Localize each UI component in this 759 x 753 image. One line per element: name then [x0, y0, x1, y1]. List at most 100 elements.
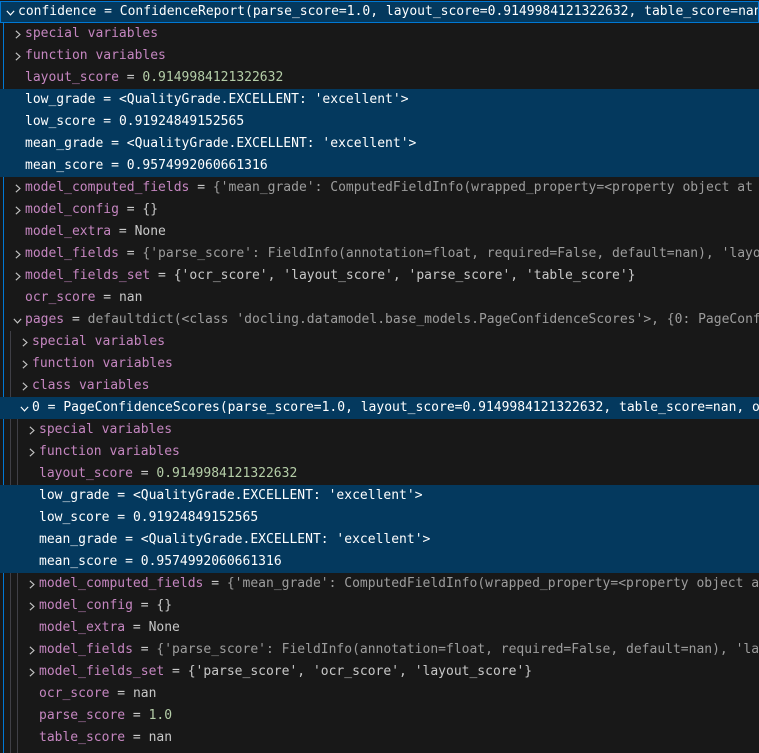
chevron-right-icon[interactable] [9, 199, 25, 221]
variable-row-mean_score[interactable]: mean_score = 0.9574992060661316 [0, 155, 759, 177]
chevron-right-icon[interactable] [9, 177, 25, 199]
scope-row-function-variables[interactable]: function variables [0, 353, 759, 375]
scope-label: special variables [32, 331, 165, 353]
variable-row-model_fields[interactable]: model_fields = {'parse_score': FieldInfo… [0, 243, 759, 265]
variable-row-model_extra[interactable]: model_extra = None [0, 617, 759, 639]
variable-row-mean_grade[interactable]: mean_grade = <QualityGrade.EXCELLENT: 'e… [0, 133, 759, 155]
twistie-spacer [23, 617, 39, 639]
variable-row-table_score[interactable]: table_score = nan [0, 727, 759, 749]
equals-sign: = [117, 551, 140, 573]
chevron-right-icon[interactable] [9, 45, 25, 67]
variable-value: {'mean_grade': ComputedFieldInfo(wrapped… [227, 573, 759, 595]
variable-value: None [135, 221, 166, 243]
variable-row-model_config[interactable]: model_config = {} [0, 595, 759, 617]
chevron-right-icon[interactable] [16, 331, 32, 353]
variable-value: {'parse_score': FieldInfo(annotation=flo… [156, 639, 759, 661]
variable-name: model_computed_fields [39, 573, 203, 595]
variable-name: model_config [25, 199, 119, 221]
twistie-spacer [9, 133, 25, 155]
twistie-spacer [23, 683, 39, 705]
equals-sign: = [133, 595, 156, 617]
variable-name: low_grade [25, 89, 95, 111]
scope-label: special variables [39, 419, 172, 441]
chevron-down-icon[interactable] [2, 1, 18, 23]
variable-row-model_computed_fields[interactable]: model_computed_fields = {'mean_grade': C… [0, 573, 759, 595]
equals-sign: = [119, 67, 142, 89]
equals-sign: = [109, 507, 132, 529]
variable-value: nan [133, 683, 156, 705]
chevron-right-icon[interactable] [23, 573, 39, 595]
variable-row-low_score[interactable]: low_score = 0.91924849152565 [0, 111, 759, 133]
equals-sign: = [96, 1, 119, 23]
equals-sign: = [95, 89, 118, 111]
scope-label: class variables [32, 375, 149, 397]
variable-row-model_config[interactable]: model_config = {} [0, 199, 759, 221]
twistie-spacer [23, 507, 39, 529]
scope-label: function variables [39, 441, 180, 463]
scope-label: function variables [32, 353, 173, 375]
variable-name: pages [25, 309, 64, 331]
chevron-right-icon[interactable] [9, 265, 25, 287]
chevron-right-icon[interactable] [16, 353, 32, 375]
equals-sign: = [119, 243, 142, 265]
variable-row-layout_score[interactable]: layout_score = 0.9149984121322632 [0, 463, 759, 485]
scope-row-function-variables[interactable]: function variables [0, 45, 759, 67]
variable-name: low_grade [39, 485, 109, 507]
chevron-down-icon[interactable] [16, 397, 32, 419]
chevron-right-icon[interactable] [23, 595, 39, 617]
chevron-right-icon[interactable] [23, 441, 39, 463]
variable-row-mean_score[interactable]: mean_score = 0.9574992060661316 [0, 551, 759, 573]
chevron-right-icon[interactable] [23, 661, 39, 683]
scope-row-special-variables[interactable]: special variables [0, 331, 759, 353]
variable-value: 0.9574992060661316 [141, 551, 282, 573]
variable-name: model_fields [39, 639, 133, 661]
variable-row-model_fields[interactable]: model_fields = {'parse_score': FieldInfo… [0, 639, 759, 661]
equals-sign: = [117, 529, 140, 551]
variable-row-layout_score[interactable]: layout_score = 0.9149984121322632 [0, 67, 759, 89]
variable-name: low_score [39, 507, 109, 529]
variable-row-low_grade[interactable]: low_grade = <QualityGrade.EXCELLENT: 'ex… [0, 89, 759, 111]
variable-row-ocr_score[interactable]: ocr_score = nan [0, 683, 759, 705]
variable-value: {} [156, 595, 172, 617]
variable-value: <QualityGrade.EXCELLENT: 'excellent'> [141, 529, 431, 551]
variable-row-low_score[interactable]: low_score = 0.91924849152565 [0, 507, 759, 529]
equals-sign: = [125, 727, 148, 749]
equals-sign: = [109, 683, 132, 705]
chevron-right-icon[interactable] [9, 243, 25, 265]
twistie-spacer [23, 463, 39, 485]
chevron-down-icon[interactable] [9, 309, 25, 331]
scope-row-function-variables[interactable]: function variables [0, 441, 759, 463]
variable-row-low_grade[interactable]: low_grade = <QualityGrade.EXCELLENT: 'ex… [0, 485, 759, 507]
variable-row-confidence[interactable]: confidence = ConfidenceReport(parse_scor… [0, 1, 759, 23]
variable-name: layout_score [25, 67, 119, 89]
variable-row-mean_grade[interactable]: mean_grade = <QualityGrade.EXCELLENT: 'e… [0, 529, 759, 551]
twistie-spacer [23, 551, 39, 573]
scope-row-special-variables[interactable]: special variables [0, 23, 759, 45]
variable-row-model_fields_set[interactable]: model_fields_set = {'parse_score', 'ocr_… [0, 661, 759, 683]
chevron-right-icon[interactable] [23, 419, 39, 441]
twistie-spacer [9, 221, 25, 243]
variable-row-model_computed_fields[interactable]: model_computed_fields = {'mean_grade': C… [0, 177, 759, 199]
variable-row-model_extra[interactable]: model_extra = None [0, 221, 759, 243]
twistie-spacer [23, 705, 39, 727]
chevron-right-icon[interactable] [23, 639, 39, 661]
debug-variables-panel: confidence = ConfidenceReport(parse_scor… [0, 0, 759, 753]
variable-value: <QualityGrade.EXCELLENT: 'excellent'> [119, 89, 409, 111]
variable-value: PageConfidenceScores(parse_score=1.0, la… [63, 397, 759, 419]
scope-row-class-variables[interactable]: class variables [0, 375, 759, 397]
variable-row-model_fields_set[interactable]: model_fields_set = {'ocr_score', 'layout… [0, 265, 759, 287]
variable-value: {'parse_score', 'ocr_score', 'layout_sco… [188, 661, 532, 683]
variable-name: parse_score [39, 705, 125, 727]
variable-value: <QualityGrade.EXCELLENT: 'excellent'> [133, 485, 423, 507]
variable-name: layout_score [39, 463, 133, 485]
variable-row-pages[interactable]: pages = defaultdict(<class 'docling.data… [0, 309, 759, 331]
variable-row-0[interactable]: 0 = PageConfidenceScores(parse_score=1.0… [0, 397, 759, 419]
chevron-right-icon[interactable] [9, 23, 25, 45]
variable-value: {} [142, 199, 158, 221]
scope-row-special-variables[interactable]: special variables [0, 419, 759, 441]
variable-row-ocr_score[interactable]: ocr_score = nan [0, 287, 759, 309]
variable-name: model_extra [39, 617, 125, 639]
variable-row-parse_score[interactable]: parse_score = 1.0 [0, 705, 759, 727]
variable-name: model_fields_set [39, 661, 164, 683]
chevron-right-icon[interactable] [16, 375, 32, 397]
